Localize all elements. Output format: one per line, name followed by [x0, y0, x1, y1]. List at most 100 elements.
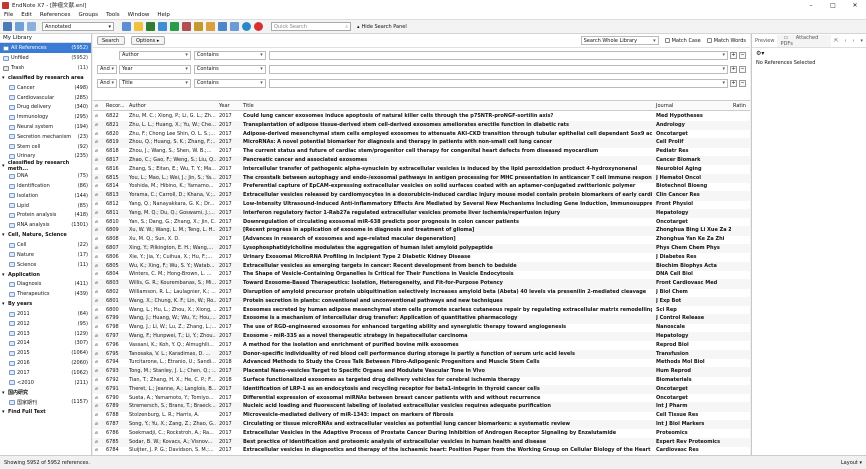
hide-search-panel-button[interactable]: Hide Search Panel: [362, 24, 407, 30]
column-journal[interactable]: Journal: [656, 103, 731, 109]
close-button[interactable]: ✕: [844, 2, 866, 9]
search-field-select[interactable]: Author: [118, 50, 191, 60]
add-row-button[interactable]: +: [730, 79, 737, 87]
group-item[interactable]: Isolation (144): [0, 191, 91, 201]
library-item-unfiled[interactable]: Unfiled (5952): [0, 53, 91, 63]
open-panel-icon[interactable]: ⇱: [831, 38, 841, 44]
web-icon[interactable]: [242, 22, 251, 31]
group-item[interactable]: Cancer (498): [0, 83, 91, 93]
previous-icon[interactable]: ‹: [841, 38, 849, 44]
search-button[interactable]: Search: [97, 36, 125, 45]
group-item[interactable]: Stem cell (92): [0, 142, 91, 152]
open-folder-icon[interactable]: [134, 22, 143, 31]
group-item[interactable]: 2011 (64): [0, 309, 91, 319]
column-rating[interactable]: Ratin: [733, 103, 750, 109]
group-item[interactable]: Secretion mechanism (23): [0, 132, 91, 142]
help-icon[interactable]: [254, 22, 263, 31]
group-set-domestic-research[interactable]: ▾ 国内研究: [0, 388, 91, 398]
group-item[interactable]: 2017 (1062): [0, 368, 91, 378]
group-item[interactable]: RNA analysis (1301): [0, 220, 91, 230]
tab-preview[interactable]: Preview: [752, 38, 777, 44]
menu-edit[interactable]: Edit: [17, 12, 36, 18]
layout-button[interactable]: Layout ▾: [841, 460, 862, 466]
new-reference-icon[interactable]: [194, 22, 203, 31]
search-operator-select[interactable]: Contains: [193, 64, 266, 74]
group-set-application[interactable]: ▾ Application: [0, 270, 91, 280]
menu-file[interactable]: File: [0, 12, 17, 18]
group-item[interactable]: Diagnosis (411): [0, 280, 91, 290]
group-item[interactable]: Protein analysis (418): [0, 211, 91, 221]
settings-icon[interactable]: ⚙▾: [752, 48, 866, 58]
options-button[interactable]: Options ▸: [131, 36, 165, 45]
group-item[interactable]: Nature (17): [0, 250, 91, 260]
search-field-select[interactable]: Year: [118, 64, 191, 74]
column-title[interactable]: Title: [243, 103, 652, 109]
search-operator-select[interactable]: Contains: [193, 50, 266, 60]
output-style-select[interactable]: Annotated ▾: [42, 22, 114, 31]
group-item[interactable]: Identification (86): [0, 181, 91, 191]
menu-help[interactable]: Help: [153, 12, 174, 18]
insert-citation-icon[interactable]: [122, 22, 131, 31]
local-library-mode-icon[interactable]: [3, 22, 12, 31]
quick-search-input[interactable]: Quick Search ⌕: [271, 22, 351, 31]
search-term-input[interactable]: [268, 78, 729, 88]
menu-window[interactable]: Window: [124, 12, 154, 18]
group-item[interactable]: 2016 (2060): [0, 358, 91, 368]
group-item[interactable]: Neural system (194): [0, 122, 91, 132]
new-group-icon[interactable]: [206, 22, 215, 31]
group-item[interactable]: Cardiovascular (285): [0, 93, 91, 103]
group-item[interactable]: 2012 (95): [0, 319, 91, 329]
group-item[interactable]: <2010 (211): [0, 378, 91, 388]
minimize-button[interactable]: –: [800, 2, 822, 9]
match-case-checkbox[interactable]: [664, 38, 670, 43]
import-icon[interactable]: [170, 22, 179, 31]
add-row-button[interactable]: +: [730, 51, 737, 59]
add-row-button[interactable]: +: [730, 65, 737, 73]
column-year[interactable]: Year: [219, 103, 241, 109]
group-set-by-years[interactable]: ▾ By years: [0, 299, 91, 309]
find-full-text-icon[interactable]: [146, 22, 155, 31]
group-item[interactable]: 2015 (1064): [0, 348, 91, 358]
column-record-number[interactable]: Recor...: [106, 103, 126, 109]
search-term-input[interactable]: [268, 50, 729, 60]
group-item[interactable]: Science (11): [0, 260, 91, 270]
group-item[interactable]: Immunology (295): [0, 112, 91, 122]
menu-groups[interactable]: Groups: [74, 12, 102, 18]
group-set-cell-nature-science[interactable]: ▾ Cell, Nature, Science: [0, 230, 91, 240]
integrated-library-mode-icon[interactable]: [27, 22, 36, 31]
search-bool-select[interactable]: And: [97, 64, 117, 74]
group-item[interactable]: Cell (22): [0, 240, 91, 250]
maximize-button[interactable]: □: [822, 2, 844, 9]
group-item[interactable]: Lipid (85): [0, 201, 91, 211]
column-author[interactable]: Author: [129, 103, 216, 109]
library-item-all-references[interactable]: All References (5952): [0, 43, 91, 53]
attachment-column-icon[interactable]: ⌀: [95, 103, 103, 109]
group-item[interactable]: 国家期刊 (1157): [0, 398, 91, 408]
match-words-checkbox[interactable]: [706, 38, 712, 43]
menu-references[interactable]: References: [36, 12, 75, 18]
export-icon[interactable]: [182, 22, 191, 31]
search-bool-select[interactable]: And: [97, 78, 117, 88]
group-set-research-method[interactable]: ▾ classified by research meth...: [0, 160, 91, 172]
library-item-trash[interactable]: Trash (11): [0, 63, 91, 73]
next-icon[interactable]: ›: [849, 38, 857, 44]
search-field-select[interactable]: Title: [118, 78, 191, 88]
group-item[interactable]: Drug delivery (340): [0, 103, 91, 113]
menu-tools[interactable]: Tools: [102, 12, 124, 18]
online-search-icon[interactable]: [158, 22, 167, 31]
share-icon[interactable]: [230, 22, 239, 31]
remove-row-button[interactable]: −: [739, 51, 746, 59]
table-row[interactable]: ⌀ 6784 Sluijter, J. P. G.; Davidson, S. M.…: [93, 446, 750, 455]
group-set-find-full-text[interactable]: ▾ Find Full Text: [0, 407, 91, 417]
search-scope-select[interactable]: Search Whole Library: [580, 36, 659, 45]
group-item[interactable]: DNA (75): [0, 171, 91, 181]
remove-row-button[interactable]: −: [739, 65, 746, 73]
search-operator-select[interactable]: Contains: [193, 78, 266, 88]
group-set-research-area[interactable]: ▾ classified by research area: [0, 73, 91, 83]
tab-attached-pdfs[interactable]: ▭ Attached PDFs: [777, 34, 832, 47]
search-term-input[interactable]: [268, 64, 729, 74]
group-item[interactable]: Therapeutics (439): [0, 289, 91, 299]
sync-icon[interactable]: [218, 22, 227, 31]
remove-row-button[interactable]: −: [739, 79, 746, 87]
group-item[interactable]: 2013 (129): [0, 329, 91, 339]
